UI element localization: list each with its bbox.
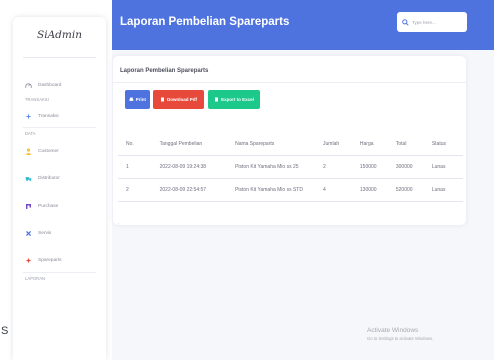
- cell-status: Lunas: [431, 178, 463, 202]
- sidebar-item-label: Distributor: [38, 176, 60, 181]
- brand-logo[interactable]: SiAdmin: [13, 29, 106, 41]
- cell-harga: 150000: [359, 155, 396, 179]
- sidebar-item-customer[interactable]: Customer: [25, 148, 59, 155]
- page-title: Laporan Pembelian Spareparts: [120, 16, 290, 28]
- sidebar-heading-data: DATA: [25, 131, 36, 136]
- watermark-subtitle: Go to Settings to activate Windows.: [367, 336, 434, 341]
- column-header-tanggal[interactable]: Tanggal Pembelian: [159, 133, 236, 156]
- file-excel-icon: [215, 97, 219, 102]
- user-icon: [25, 148, 32, 155]
- column-header-no[interactable]: No.: [118, 133, 160, 156]
- search-icon: [402, 18, 409, 26]
- sidebar-item-label: Customer: [38, 149, 59, 154]
- cart-icon: [26, 204, 31, 209]
- table-header-row: No. Tanggal Pembelian Nama Spareparts Ju…: [118, 133, 463, 156]
- column-header-total[interactable]: Total: [395, 133, 432, 156]
- sidebar-heading-laporan: LAPORAN: [25, 276, 46, 281]
- wrench-icon: [25, 230, 32, 237]
- cell-total: 300000: [395, 155, 432, 179]
- column-header-jumlah[interactable]: Jumlah: [323, 133, 360, 156]
- activate-windows-watermark: Activate Windows Go to Settings to activ…: [367, 327, 433, 341]
- cell-tanggal: 2022-08-09 22:54:57: [159, 178, 236, 202]
- download-pdf-button-label: Download Pdf: [167, 97, 197, 102]
- search-input[interactable]: [412, 15, 464, 29]
- sidebar-divider: [23, 127, 96, 128]
- sidebar-item-transaksi[interactable]: Transaksi: [25, 113, 59, 120]
- sidebar-item-servis[interactable]: Servis: [25, 230, 51, 237]
- sidebar-item-label: Purchase: [38, 204, 59, 209]
- card-divider: [113, 82, 466, 83]
- file-pdf-icon: [161, 97, 164, 102]
- cell-harga: 130000: [359, 178, 396, 202]
- column-header-status[interactable]: Status: [431, 133, 463, 156]
- table-row: 2 2022-08-09 22:54:57 Piston Kit Yamaha …: [118, 178, 463, 202]
- scroll-indicator[interactable]: ‹: [118, 221, 119, 226]
- download-pdf-button[interactable]: Download Pdf: [153, 90, 204, 109]
- table-row: 1 2022-08-09 19:24:38 Piston Kit Yamaha …: [118, 155, 463, 179]
- sidebar-divider: [23, 57, 96, 58]
- export-excel-button-label: Export to Excel: [221, 97, 254, 102]
- purchase-table: No. Tanggal Pembelian Nama Spareparts Ju…: [118, 133, 463, 202]
- cell-jumlah: 4: [323, 178, 360, 202]
- dashboard-icon: [25, 83, 32, 89]
- sidebar-divider: [23, 272, 96, 273]
- report-card: Laporan Pembelian Spareparts Print Downl…: [113, 56, 466, 226]
- truck-icon: [25, 177, 32, 182]
- cell-status: Lunas: [431, 155, 463, 179]
- print-button-label: Print: [135, 97, 146, 102]
- watermark-title: Activate Windows: [367, 327, 419, 334]
- sidebar-item-label: Dashboard: [38, 83, 62, 88]
- search-box[interactable]: [397, 12, 467, 32]
- sidebar-item-distributor[interactable]: Distributor: [25, 175, 60, 182]
- plus-icon: [26, 114, 31, 119]
- cell-total: 520000: [395, 178, 432, 202]
- sidebar: SiAdmin Dashboard TRANSAKSI Transaksi DA…: [13, 17, 106, 360]
- sidebar-item-label: Spareparts: [38, 258, 62, 263]
- sidebar-item-purchase[interactable]: Purchase: [25, 203, 58, 210]
- cell-no: 2: [118, 178, 160, 202]
- cell-jumlah: 2: [323, 155, 360, 179]
- cell-tanggal: 2022-08-09 19:24:38: [159, 155, 236, 179]
- cell-nama: Piston Kit Yamaha Mio ss STD: [235, 178, 324, 202]
- cell-no: 1: [118, 155, 160, 179]
- export-excel-button[interactable]: Export to Excel: [208, 90, 260, 109]
- sidebar-item-label: Servis: [38, 231, 52, 236]
- sidebar-item-spareparts[interactable]: Spareparts: [25, 257, 61, 264]
- cell-nama: Piston Kit Yamaha Mio ss 25: [235, 155, 324, 179]
- stray-letter: S: [1, 325, 9, 337]
- sidebar-item-dashboard[interactable]: Dashboard: [25, 82, 61, 89]
- card-title: Laporan Pembelian Spareparts: [120, 68, 209, 74]
- column-header-harga[interactable]: Harga: [359, 133, 396, 156]
- sparepart-icon: [25, 257, 32, 264]
- sidebar-item-label: Transaksi: [38, 114, 59, 119]
- print-button[interactable]: Print: [125, 90, 150, 109]
- printer-icon: [129, 97, 134, 101]
- sidebar-heading-transaksi: TRANSAKSI: [25, 97, 49, 102]
- column-header-nama[interactable]: Nama Spareparts: [235, 133, 324, 156]
